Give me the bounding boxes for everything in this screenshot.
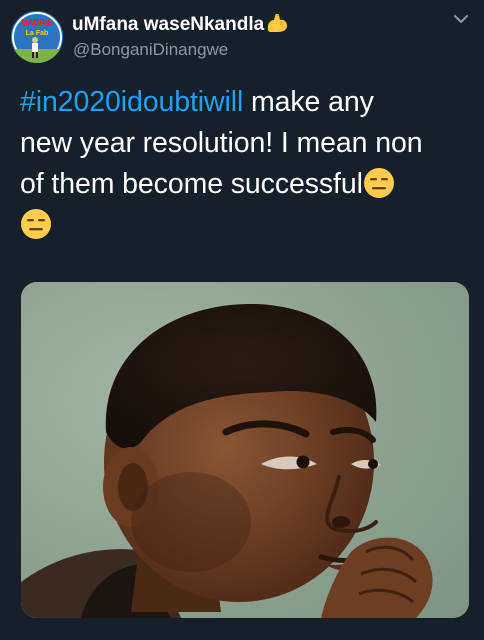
hashtag-link[interactable]: #in2020idoubtiwill (20, 86, 243, 118)
user-handle[interactable]: @BonganiDinangwe (73, 40, 228, 60)
tweet-media[interactable] (21, 282, 469, 618)
tweet-text-line-3-text: of them become successful (20, 168, 363, 200)
svg-text:La Fab: La Fab (26, 30, 49, 37)
svg-text:MADRID: MADRID (21, 18, 53, 27)
tweet-card: MADRID La Fab uMfana waseNkandla @Bongan… (0, 0, 484, 640)
tweet-text: #in2020idoubtiwill make any new year res… (20, 82, 470, 246)
avatar-image: MADRID La Fab (11, 11, 63, 63)
expressionless-face-icon (363, 167, 395, 211)
tweet-text-line-4 (20, 205, 470, 246)
tweet-menu-button[interactable] (452, 12, 470, 26)
tweet-text-line-2: new year resolution! I mean non (20, 127, 423, 159)
avatar[interactable]: MADRID La Fab (11, 11, 63, 63)
display-name[interactable]: uMfana waseNkandla (72, 12, 289, 40)
tweet-text-line-1-rest: make any (243, 86, 374, 118)
chevron-down-icon (454, 15, 468, 23)
display-name-text: uMfana waseNkandla (72, 14, 265, 35)
tweet-text-line-1: #in2020idoubtiwill make any (20, 82, 470, 123)
flexed-biceps-icon (265, 12, 289, 40)
expressionless-face-icon (20, 208, 52, 252)
photo-boy-thinking-meme (21, 282, 469, 618)
tweet-text-line-3: of them become successful (20, 164, 470, 205)
